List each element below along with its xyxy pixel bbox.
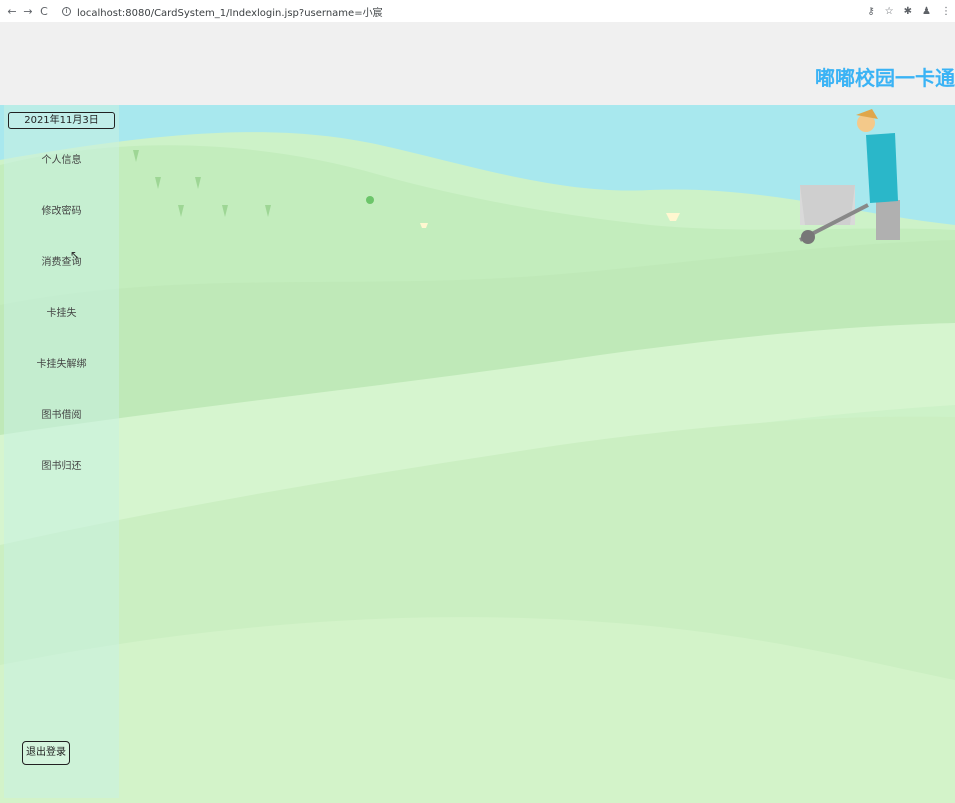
menu-item-unlock-lost-card[interactable]: 卡挂失解绑 [4,357,119,408]
site-title: 嘟嘟校园一卡通系统 [815,66,955,90]
logout-button[interactable]: 退出登录 [22,741,70,765]
forward-icon[interactable]: → [20,5,36,18]
site-info-icon[interactable]: i [62,6,71,16]
browser-actions: ⚷ ☆ ✱ ♟ ⋮ [867,0,951,22]
menu-icon[interactable]: ⋮ [941,6,951,17]
menu-item-personal-info[interactable]: 个人信息 [4,153,119,204]
landscape-image [0,105,955,803]
menu-item-consumption-query[interactable]: 消费查询 [4,255,119,306]
sidebar: 2021年11月3日 个人信息 修改密码 消费查询 卡挂失 卡挂失解绑 图书借阅… [4,105,119,798]
profile-icon[interactable]: ♟ [922,6,931,17]
menu-item-change-password[interactable]: 修改密码 [4,204,119,255]
browser-toolbar: ← → C i localhost:8080/CardSystem_1/Inde… [0,0,955,22]
url-text[interactable]: localhost:8080/CardSystem_1/Indexlogin.j… [77,4,383,19]
background-illustration [0,105,955,803]
star-icon[interactable]: ☆ [885,6,894,17]
menu-item-report-card-lost[interactable]: 卡挂失 [4,306,119,357]
sidebar-menu: 个人信息 修改密码 消费查询 卡挂失 卡挂失解绑 图书借阅 图书归还 [4,153,119,510]
key-icon[interactable]: ⚷ [867,6,874,17]
site-header: 嘟嘟校园一卡通系统 [0,22,955,105]
address-bar[interactable]: i localhost:8080/CardSystem_1/Indexlogin… [62,4,383,19]
back-icon[interactable]: ← [4,5,20,18]
mouse-cursor-icon: ↖ [70,248,81,262]
menu-item-borrow-book[interactable]: 图书借阅 [4,408,119,459]
extension-icon[interactable]: ✱ [904,6,912,17]
menu-item-return-book[interactable]: 图书归还 [4,459,119,510]
date-display: 2021年11月3日 [8,112,115,129]
reload-icon[interactable]: C [36,5,52,18]
